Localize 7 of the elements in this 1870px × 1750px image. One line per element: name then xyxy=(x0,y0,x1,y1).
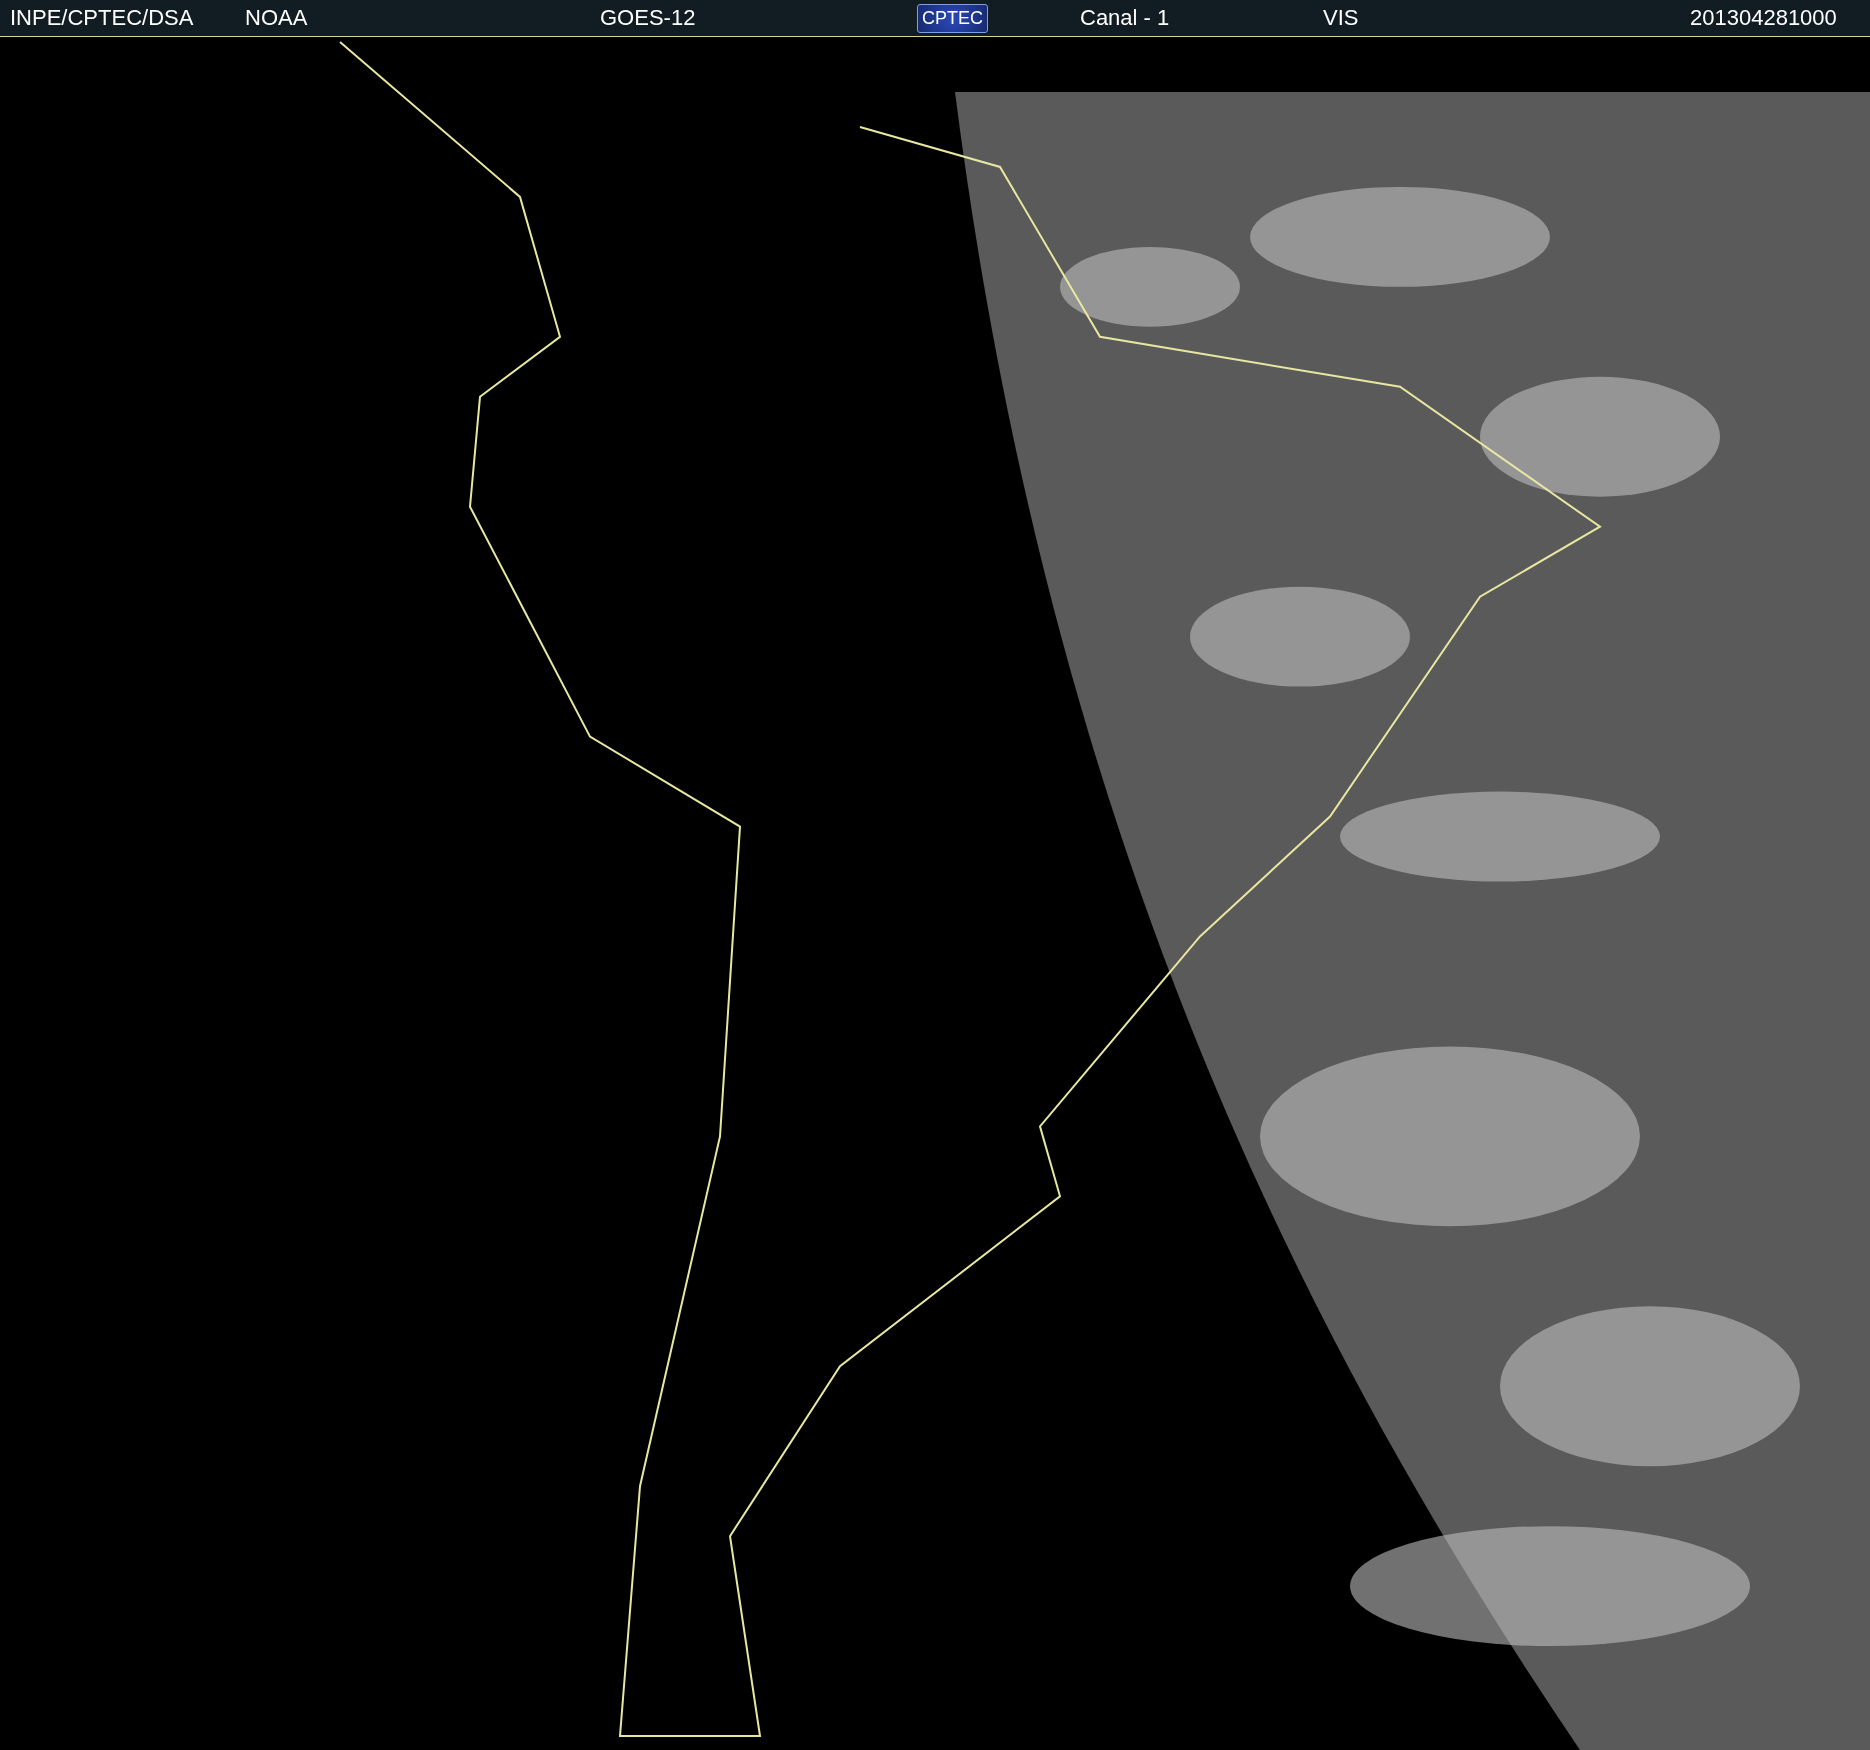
header-label: GOES-12 xyxy=(600,5,696,31)
header-label: VIS xyxy=(1323,5,1359,31)
logo: CPTEC xyxy=(917,3,988,33)
header-label: 201304281000 xyxy=(1690,5,1837,31)
header-label: INPE/CPTEC/DSA xyxy=(10,5,194,31)
header-label: NOAA xyxy=(245,5,308,31)
header-label: Canal - 1 xyxy=(1080,5,1170,31)
